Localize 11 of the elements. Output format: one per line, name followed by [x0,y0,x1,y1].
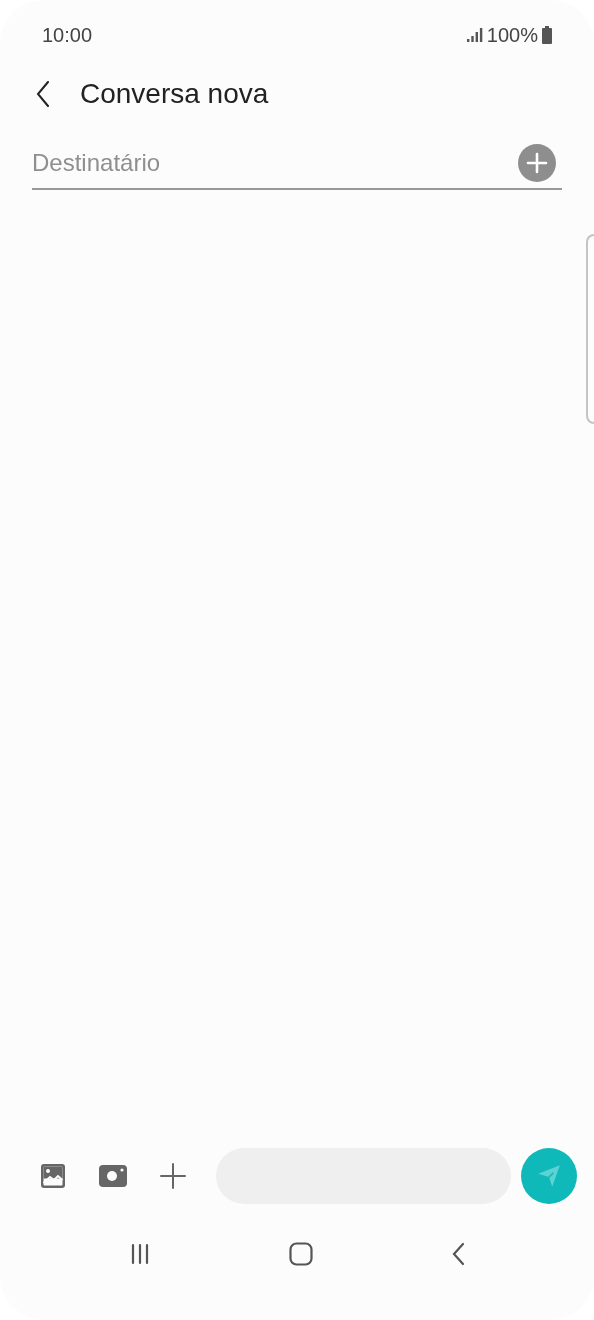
add-button[interactable] [158,1161,188,1191]
screen-title: Conversa nova [80,78,269,110]
recipient-field[interactable]: Destinatário [32,149,518,177]
status-time: 10:00 [42,23,93,47]
battery-percent: 100% [486,23,538,47]
gallery-button[interactable] [38,1161,68,1191]
edge-panel-handle[interactable] [586,234,594,424]
add-recipient-button[interactable] [518,144,556,182]
battery-icon [542,26,552,44]
signal-icon [466,28,483,42]
paper-plane-icon [536,1163,562,1189]
